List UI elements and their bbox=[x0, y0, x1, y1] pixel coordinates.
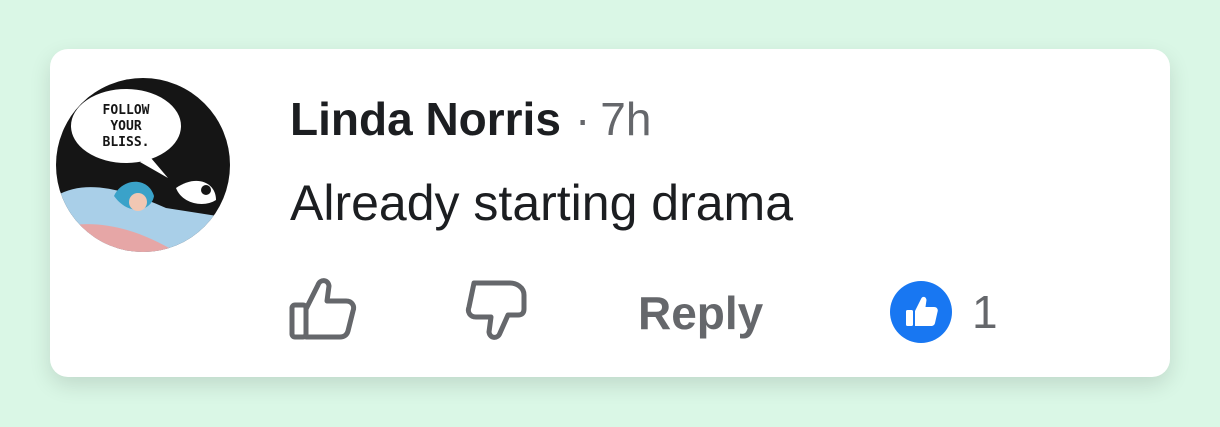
comment-card: FOLLOW YOUR BLISS. Linda Norris · 7h Alrea… bbox=[50, 49, 1170, 377]
thumbs-up-outline-icon bbox=[289, 278, 357, 340]
timestamp[interactable]: 7h bbox=[600, 93, 651, 145]
author-name[interactable]: Linda Norris bbox=[290, 93, 561, 145]
reaction-summary[interactable]: 1 bbox=[890, 281, 998, 343]
thumbs-down-outline-icon bbox=[465, 280, 527, 340]
reply-button[interactable]: Reply bbox=[638, 285, 763, 341]
like-reaction-icon bbox=[890, 281, 952, 343]
avatar-comic-image: FOLLOW YOUR BLISS. bbox=[56, 78, 230, 252]
reaction-count: 1 bbox=[972, 286, 998, 338]
avatar[interactable]: FOLLOW YOUR BLISS. bbox=[56, 78, 230, 252]
meta-separator: · bbox=[574, 93, 591, 145]
avatar-caption-line-1: FOLLOW bbox=[103, 103, 150, 118]
avatar-caption-line-3: BLISS. bbox=[103, 135, 150, 150]
dislike-button[interactable] bbox=[464, 275, 534, 343]
comment-body: Already starting drama bbox=[290, 175, 794, 231]
like-button[interactable] bbox=[288, 275, 358, 343]
comment-header: Linda Norris · 7h bbox=[290, 91, 651, 147]
avatar-caption-line-2: YOUR bbox=[110, 119, 141, 134]
